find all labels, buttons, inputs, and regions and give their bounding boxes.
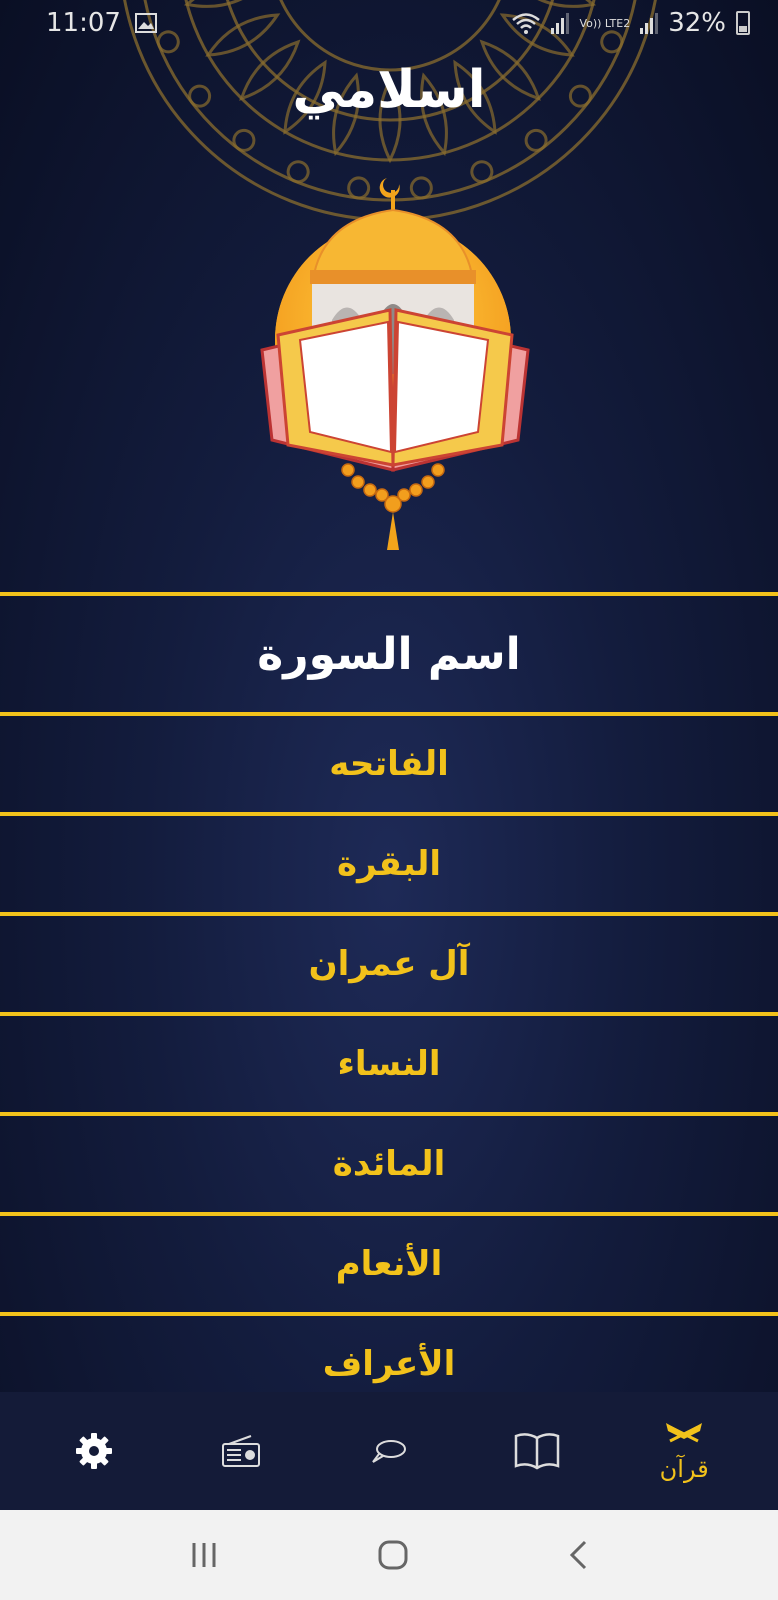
nav-hadith[interactable] [477,1401,597,1501]
battery-icon [736,11,750,35]
image-icon [134,13,157,33]
surah-item[interactable]: الفاتحه [0,716,778,812]
recent-apps-icon[interactable] [189,1541,219,1569]
open-book-icon [514,1433,559,1470]
nav-tasbeeh[interactable] [329,1401,449,1501]
quran-icon [666,1423,703,1443]
wifi-icon [512,13,541,34]
back-icon[interactable] [567,1539,589,1571]
network-label: Vo)) LTE2 [579,16,631,30]
surah-item[interactable]: النساء [0,1016,778,1112]
status-time: 11:07 [46,8,121,38]
battery-percent: 32% [668,8,726,38]
gear-icon [75,1433,112,1469]
surah-list-header: اسم السورة [257,628,521,680]
nav-radio[interactable] [181,1401,301,1501]
chat-icon [372,1440,406,1463]
surah-item[interactable]: الأعراف [0,1316,778,1392]
surah-item[interactable]: البقرة [0,816,778,912]
quran-mosque-logo [260,178,530,550]
nav-quran[interactable]: قرآن [624,1401,744,1501]
bottom-navigation: قرآن [0,1392,778,1510]
radio-icon [222,1435,261,1467]
surah-item[interactable]: المائدة [0,1116,778,1212]
surah-item[interactable]: الأنعام [0,1216,778,1312]
nav-settings[interactable] [34,1401,154,1501]
surah-list: اسم السورة الفاتحه البقرة آل عمران النسا… [0,592,778,1392]
system-navigation-bar [0,1510,778,1600]
signal-icon [551,12,570,34]
surah-item[interactable]: آل عمران [0,916,778,1012]
home-icon[interactable] [377,1539,409,1571]
status-bar: 11:07 Vo)) LTE2 32% [0,0,778,46]
nav-quran-label: قرآن [659,1455,709,1483]
signal-icon-2 [640,12,659,34]
app-title: اسلامي [292,60,486,120]
